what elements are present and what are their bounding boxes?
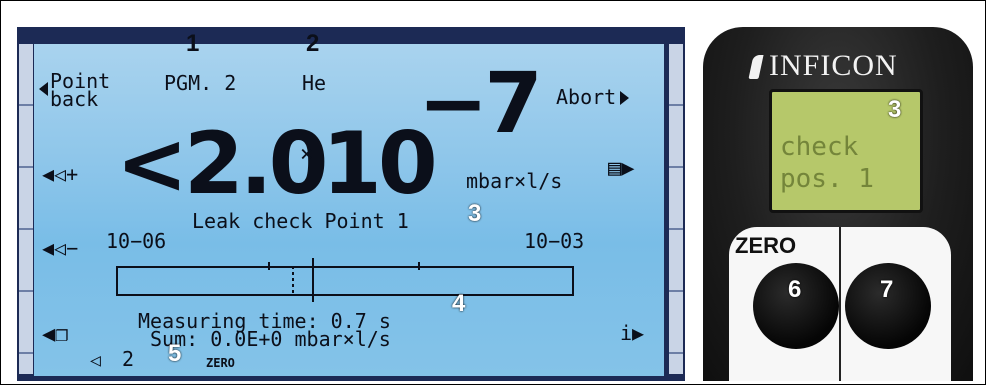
windows-icon[interactable]: ◀❐ — [42, 322, 69, 347]
leak-rate-unit: mbar×l/s — [466, 169, 563, 193]
annotation-7: 7 — [880, 276, 894, 303]
rate-indicator — [312, 258, 314, 302]
volume-down-icon[interactable]: ◀◁− — [42, 236, 78, 260]
leak-rate-base: 10 — [322, 114, 438, 214]
volume-up-icon[interactable]: ◀◁+ — [42, 162, 78, 186]
annotation-2: 2 — [306, 30, 320, 57]
bar-tick — [268, 262, 270, 270]
right-softkey-rail[interactable] — [669, 44, 683, 374]
annotation-5: 5 — [168, 340, 182, 367]
softkey-abort[interactable]: Abort — [556, 87, 630, 107]
sum-value: Sum: 0.0E+0 mbar×l/s — [150, 327, 391, 351]
gas-label: He — [302, 71, 327, 95]
lcd-display: Point back PGM. 2 He Abort <2.0 × 10 −7 m… — [34, 44, 664, 376]
screen-line-2: pos. 1 — [780, 164, 874, 194]
leak-rate-bar — [116, 266, 574, 296]
scale-min-label: 10−06 — [106, 229, 167, 253]
screen-line-1: check — [780, 132, 859, 162]
panel-divider — [839, 227, 841, 381]
menu-icon[interactable]: ▤▶ — [608, 156, 635, 181]
annotation-6: 6 — [788, 276, 802, 303]
left-softkey-rail[interactable] — [19, 44, 33, 374]
program-label: PGM. 2 — [164, 71, 237, 95]
leak-rate-times: × — [300, 142, 314, 167]
zero-label: ZERO — [735, 233, 797, 258]
leak-rate-exponent: −7 — [418, 54, 543, 152]
speaker-icon: ◁ — [90, 350, 101, 371]
annotation-3-device: 3 — [888, 96, 902, 123]
softkey-point-back[interactable]: Point back — [38, 71, 110, 109]
scale-max-label: 10−03 — [524, 229, 585, 253]
annotation-1: 1 — [186, 30, 200, 57]
leak-check-point-label: Leak check Point 1 — [192, 209, 409, 233]
trigger-marker — [292, 266, 294, 296]
annotation-3: 3 — [468, 200, 482, 227]
bar-tick — [418, 262, 420, 270]
leak-rate-mantissa: <2.0 — [116, 114, 328, 214]
brand-name: INFICON — [769, 49, 898, 82]
device-photo: INFICON check pos. 1 ZERO — [699, 27, 978, 381]
info-icon[interactable]: i▶ — [620, 323, 644, 343]
zero-status: ZERO — [206, 356, 235, 370]
annotation-4: 4 — [452, 290, 466, 317]
volume-level: 2 — [122, 347, 135, 371]
